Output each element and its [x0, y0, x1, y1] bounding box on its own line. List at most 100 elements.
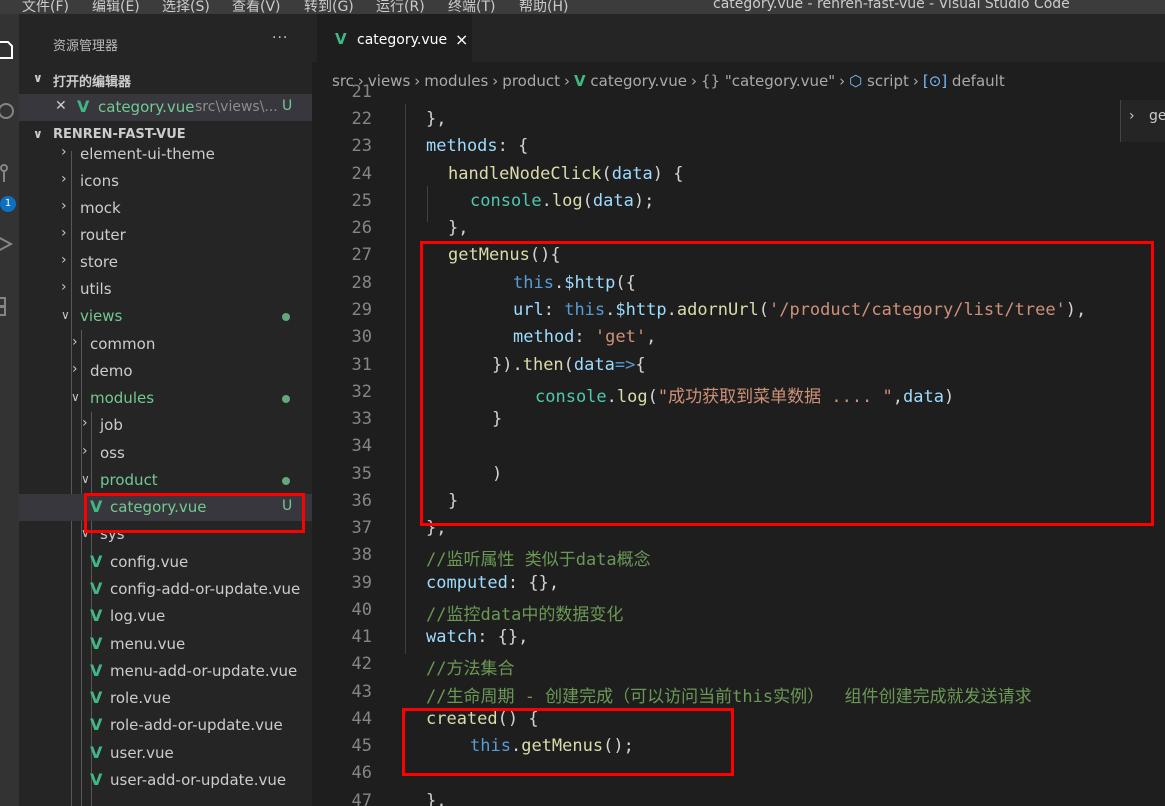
open-editor-name: category.vue	[98, 98, 195, 116]
modified-dot	[282, 313, 290, 321]
menu-terminal[interactable]: 终端(T)	[448, 0, 495, 14]
tree-label: views	[80, 307, 123, 325]
tree-folder-job[interactable]: › job	[19, 412, 312, 439]
line-number: 25	[351, 191, 372, 211]
tree-file-config-add-or-update[interactable]: Vconfig-add-or-update.vue	[19, 576, 312, 603]
more-actions-icon[interactable]: ···	[272, 30, 288, 46]
tree-folder-mock[interactable]: › mock	[19, 195, 312, 222]
tree-label: store	[80, 253, 118, 271]
vue-file-icon: V	[90, 661, 103, 680]
vue-file-icon: V	[90, 579, 103, 598]
chevron-down-icon: ∨	[33, 127, 43, 141]
tree-folder-demo[interactable]: › demo	[19, 358, 312, 385]
chevron-right-icon: ›	[61, 198, 67, 214]
tree-label: log.vue	[110, 607, 166, 625]
line-number: 31	[351, 355, 372, 375]
tree-label: element-ui-theme	[80, 145, 215, 163]
line-number: 28	[351, 273, 372, 293]
tree-label: utils	[80, 280, 112, 298]
menu-edit[interactable]: 编辑(E)	[92, 0, 140, 14]
tree-folder-element-ui-theme[interactable]: › element-ui-theme	[19, 141, 312, 168]
breadcrumb-item[interactable]: views	[368, 72, 410, 90]
tree-folder-modules[interactable]: ∨ modules	[19, 385, 312, 412]
line-number: 42	[351, 654, 372, 674]
menu-view[interactable]: 查看(V)	[232, 0, 281, 14]
breadcrumb-item[interactable]: script	[867, 72, 909, 90]
line-number: 27	[351, 245, 372, 265]
line-number: 41	[351, 627, 372, 647]
explorer-sidebar: 资源管理器 ··· ∨ 打开的编辑器 ✕ V category.vue src\…	[19, 14, 312, 806]
tree-folder-oss[interactable]: › oss	[19, 440, 312, 467]
peek-widget[interactable]: › ge	[1120, 100, 1165, 142]
chevron-right-icon: ›	[61, 144, 67, 160]
tree-label: icons	[80, 172, 119, 190]
chevron-right-icon: ›	[1129, 108, 1135, 124]
tree-label: menu-add-or-update.vue	[110, 662, 298, 680]
menu-file[interactable]: 文件(F)	[22, 0, 69, 14]
line-number: 45	[351, 736, 372, 756]
search-icon[interactable]	[0, 102, 16, 122]
tree-label: product	[100, 471, 158, 489]
tree-file-menu-vue[interactable]: Vmenu.vue	[19, 631, 312, 658]
tree-file-config-vue[interactable]: Vconfig.vue	[19, 549, 312, 576]
code-line-41: watch: {},	[426, 627, 529, 647]
line-number: 40	[351, 600, 372, 620]
tree-file-user-add-or-update[interactable]: Vuser-add-or-update.vue	[19, 767, 312, 794]
code-line-24: handleNodeClick(data) {	[448, 164, 684, 184]
explorer-icon[interactable]	[0, 40, 16, 60]
tree-file-log-vue[interactable]: Vlog.vue	[19, 603, 312, 630]
code-line-23: methods: {	[426, 136, 529, 156]
code-line-40: //监控data中的数据变化	[426, 605, 624, 625]
run-debug-icon[interactable]	[0, 234, 16, 254]
tree-file-role-vue[interactable]: Vrole.vue	[19, 685, 312, 712]
breadcrumb-item[interactable]: product	[502, 72, 560, 90]
close-icon[interactable]: ✕	[55, 98, 67, 114]
tree-folder-store[interactable]: › store	[19, 249, 312, 276]
chevron-down-icon: ∨	[81, 472, 90, 486]
tree-folder-common[interactable]: › common	[19, 331, 312, 358]
tree-label: mock	[80, 199, 121, 217]
tree-file-user-vue[interactable]: Vuser.vue	[19, 740, 312, 767]
line-number: 33	[351, 409, 372, 429]
menu-go[interactable]: 转到(G)	[304, 0, 354, 14]
tree-file-role-add-or-update[interactable]: Vrole-add-or-update.vue	[19, 712, 312, 739]
source-control-icon[interactable]	[0, 164, 16, 184]
tree-file-menu-add-or-update[interactable]: Vmenu-add-or-update.vue	[19, 658, 312, 685]
chevron-right-icon: ›	[72, 361, 78, 377]
menu-selection[interactable]: 选择(S)	[162, 0, 210, 14]
open-editor-item[interactable]: ✕ V category.vue src\views\... U	[19, 94, 312, 121]
line-number: 29	[351, 300, 372, 320]
vue-file-icon: V	[90, 552, 103, 571]
cube-icon: ⬡	[849, 72, 863, 90]
chevron-right-icon: ›	[82, 415, 88, 431]
line-number: 34	[351, 436, 372, 456]
extensions-icon[interactable]	[0, 296, 16, 316]
tree-folder-product[interactable]: ∨ product	[19, 467, 312, 494]
open-editors-section[interactable]: ∨ 打开的编辑器	[19, 69, 312, 91]
vue-file-icon: V	[90, 606, 103, 625]
chevron-right-icon: ›	[61, 279, 67, 295]
tree-folder-router[interactable]: › router	[19, 222, 312, 249]
line-number: 36	[351, 491, 372, 511]
vue-file-icon: V	[335, 30, 347, 48]
activity-bar: 1	[0, 14, 19, 806]
breadcrumb-item[interactable]: category.vue	[590, 72, 687, 90]
tree-folder-utils[interactable]: › utils	[19, 276, 312, 303]
tree-folder-views[interactable]: ∨ views	[19, 303, 312, 330]
menu-run[interactable]: 运行(R)	[376, 0, 425, 14]
explorer-title: 资源管理器	[53, 39, 119, 54]
tree-label: role.vue	[110, 689, 171, 707]
tree-label: config.vue	[110, 553, 189, 571]
vue-file-icon: V	[90, 634, 103, 653]
chevron-right-icon: ›	[82, 443, 88, 459]
highlight-box-created	[402, 708, 734, 776]
breadcrumb-item[interactable]: default	[952, 72, 1005, 90]
breadcrumb-item[interactable]: "category.vue"	[725, 72, 835, 90]
scm-badge: 1	[0, 196, 16, 212]
vue-file-icon: V	[90, 743, 103, 762]
line-number: 26	[351, 218, 372, 238]
editor-area: V category.vue × src › views › modules › produ…	[312, 14, 1165, 806]
highlight-box-category-file	[84, 493, 305, 533]
menu-help[interactable]: 帮助(H)	[519, 0, 568, 14]
tree-folder-icons[interactable]: › icons	[19, 168, 312, 195]
